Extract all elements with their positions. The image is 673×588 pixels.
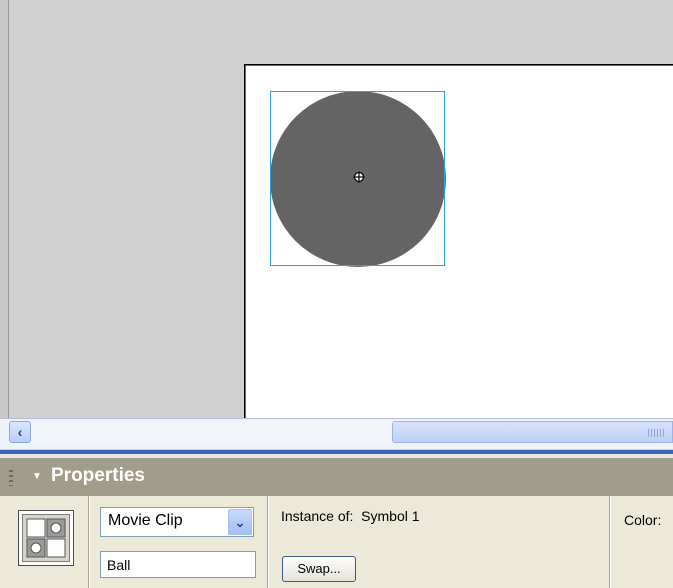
grip-icon: [648, 429, 664, 437]
movie-clip-symbol-icon: [18, 510, 74, 566]
color-label: Color:: [624, 512, 662, 528]
registration-point-icon: [353, 171, 365, 183]
chevron-left-icon: ‹: [17, 424, 23, 440]
instance-of-value: Symbol 1: [361, 508, 420, 524]
collapse-arrow-icon[interactable]: ▼: [32, 471, 42, 482]
properties-panel-title: Properties: [51, 465, 145, 486]
chevron-down-icon[interactable]: ⌄: [228, 509, 252, 535]
puzzle-piece-icon: [26, 518, 66, 558]
properties-panel-header[interactable]: ▼ Properties: [0, 458, 673, 496]
symbol-type-value: Movie Clip: [108, 512, 183, 529]
stage-pasteboard[interactable]: [0, 0, 673, 418]
panel-separator: [88, 496, 89, 588]
symbol-icon-inner: [22, 514, 70, 562]
swap-button[interactable]: Swap...: [282, 556, 356, 582]
pasteboard-left-edge: [0, 0, 9, 418]
symbol-type-dropdown[interactable]: Movie Clip ⌄: [100, 507, 254, 537]
scroll-left-button[interactable]: ‹: [9, 421, 31, 443]
instance-of-label: Instance of: Symbol 1: [281, 508, 420, 524]
panel-grip-icon[interactable]: [9, 470, 13, 486]
panel-separator: [267, 496, 268, 588]
panel-separator: [609, 496, 610, 588]
horizontal-scrollbar[interactable]: ‹: [0, 418, 673, 449]
properties-panel-body: Movie Clip ⌄ Instance of: Symbol 1 Swap.…: [0, 496, 673, 588]
scrollbar-thumb[interactable]: [392, 421, 673, 443]
instance-name-input[interactable]: [100, 551, 256, 578]
